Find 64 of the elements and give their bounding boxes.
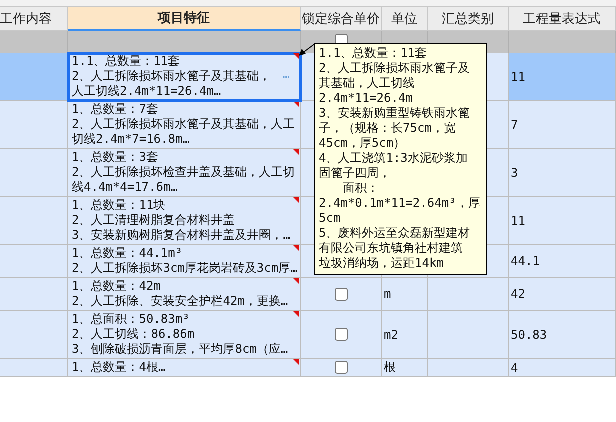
unit-cell: m2 bbox=[382, 311, 428, 359]
feature-text: 2、人工拆除、安装安全护栏42m，更换… bbox=[72, 294, 288, 309]
tooltip-line: 固篦子四周， bbox=[319, 166, 392, 181]
feature-text: 2、人工清理树脂复合材料井盖 bbox=[72, 213, 236, 228]
feature-text: 2、人工拆除损坏雨水篦子及其基础，人工 bbox=[72, 117, 296, 132]
feature-text: 1、总数量：7套 bbox=[72, 102, 158, 117]
feature-cell[interactable]: 1、总数量：44.1m³ 2、人工拆除损坏3cm厚花岗岩砖及3cm厚… bbox=[68, 245, 301, 278]
tooltip-line: 45cm，厚5cm） bbox=[319, 136, 407, 151]
tooltip-line: 垃圾消纳场，运距14km bbox=[319, 256, 445, 271]
lock-checkbox[interactable] bbox=[334, 288, 348, 300]
feature-text: 1、总面积：50.83m³ bbox=[72, 312, 190, 327]
feature-cell[interactable]: 1、总数量：42m 2、人工拆除、安装安全护栏42m，更换… bbox=[68, 278, 301, 311]
unit-cell: m bbox=[382, 278, 428, 311]
feature-cell[interactable]: 1.1、总数量：11套 2、人工拆除损坏雨水篦子及其基础， 人工切线2.4m*11=26.4m… … bbox=[68, 53, 301, 101]
tooltip-line: 2.4m*11=26.4m bbox=[319, 91, 414, 106]
feature-cell[interactable]: 1、总数量：4根… bbox=[68, 359, 301, 377]
feature-text: 1、总数量：4根… bbox=[72, 360, 166, 375]
expression-cell: 42 bbox=[509, 278, 616, 311]
feature-text: 2、人工切线：86.86m bbox=[72, 327, 195, 342]
tooltip-line: 其基础，人工切线 bbox=[319, 76, 416, 91]
feature-text: 1、总数量：3套 bbox=[72, 150, 158, 165]
tooltip-line: 1.1、总数量：11套 bbox=[319, 46, 428, 61]
tooltip-line: 面积： bbox=[342, 181, 380, 196]
expression-cell: 50.83 bbox=[509, 311, 616, 359]
tooltip-line: 3、安装新购重型铸铁雨水篦 bbox=[319, 106, 472, 121]
feature-cell[interactable]: 1、总面积：50.83m³ 2、人工切线：86.86m 3、刨除破损沥青面层，平均厚8cm（应… bbox=[68, 311, 301, 359]
tooltip-line: 2.4m*0.1m*11=2.64m³，厚 bbox=[319, 196, 480, 211]
column-header[interactable]: 项目特征 bbox=[68, 7, 301, 31]
column-header[interactable]: 锁定综合单价 bbox=[301, 7, 382, 31]
feature-text: 2、人工拆除损坏3cm厚花岗岩砖及3cm厚… bbox=[72, 261, 298, 276]
feature-cell[interactable]: 1、总数量：11块 2、人工清理树脂复合材料井盖 3、安装新购树脂复合材料井盖及井圈，… bbox=[68, 197, 301, 245]
tooltip-line: 4、人工浇筑1:3水泥砂浆加 bbox=[319, 151, 469, 166]
tooltip-line: 有限公司东坑镇角社村建筑 bbox=[319, 241, 464, 256]
feature-text: 1.1、总数量：11套 bbox=[72, 54, 180, 69]
unit-cell: 根 bbox=[382, 359, 428, 377]
feature-text: 2、人工拆除损坏雨水篦子及其基础， bbox=[72, 69, 272, 84]
feature-text: 2、人工拆除损坏检查井盖及基础，人工切 bbox=[72, 165, 296, 180]
expression-cell: 44.1 bbox=[509, 245, 616, 278]
expression-cell: 3 bbox=[509, 149, 616, 197]
column-header[interactable]: 工程量表达式 bbox=[509, 7, 616, 31]
feature-text: 线4.4m*4=17.6m… bbox=[72, 180, 178, 195]
feature-text: 1、总数量：11块 bbox=[72, 198, 166, 213]
tooltip-line: 2、人工拆除损坏雨水篦子及 bbox=[319, 61, 472, 76]
column-header[interactable]: 单位 bbox=[382, 7, 428, 31]
tooltip-line: 5cm bbox=[319, 211, 342, 226]
expression-cell: 4 bbox=[509, 359, 616, 377]
feature-cell[interactable]: 1、总数量：3套 2、人工拆除损坏检查井盖及基础，人工切 线4.4m*4=17.6m… bbox=[68, 149, 301, 197]
feature-text: 切线2.4m*7=16.8m… bbox=[72, 132, 190, 147]
expression-cell: 7 bbox=[509, 101, 616, 149]
feature-text: 1、总数量：42m bbox=[72, 279, 161, 294]
filter-cell bbox=[0, 31, 68, 53]
column-header[interactable]: 汇总类别 bbox=[428, 7, 509, 31]
tooltip-line: 子，（规格：长75cm，宽 bbox=[319, 121, 457, 136]
feature-text: 人工切线2.4m*11=26.4m… bbox=[72, 84, 222, 99]
feature-text: 1、总数量：44.1m³ bbox=[72, 246, 183, 261]
lock-checkbox[interactable] bbox=[334, 328, 348, 341]
feature-text: 3、刨除破损沥青面层，平均厚8cm（应… bbox=[72, 342, 288, 357]
lock-checkbox[interactable] bbox=[334, 361, 348, 374]
expression-cell: 11 bbox=[509, 53, 616, 101]
column-header[interactable]: 工作内容 bbox=[0, 7, 68, 31]
feature-text: 3、安装新购树脂复合材料井盖及井圈，… bbox=[72, 228, 290, 243]
expression-cell: 11 bbox=[509, 197, 616, 245]
tooltip-line: 5、废料外运至众磊新型建材 bbox=[319, 226, 472, 241]
feature-cell[interactable]: 1、总数量：7套 2、人工拆除损坏雨水篦子及其基础，人工 切线2.4m*7=16.8m… bbox=[68, 101, 301, 149]
